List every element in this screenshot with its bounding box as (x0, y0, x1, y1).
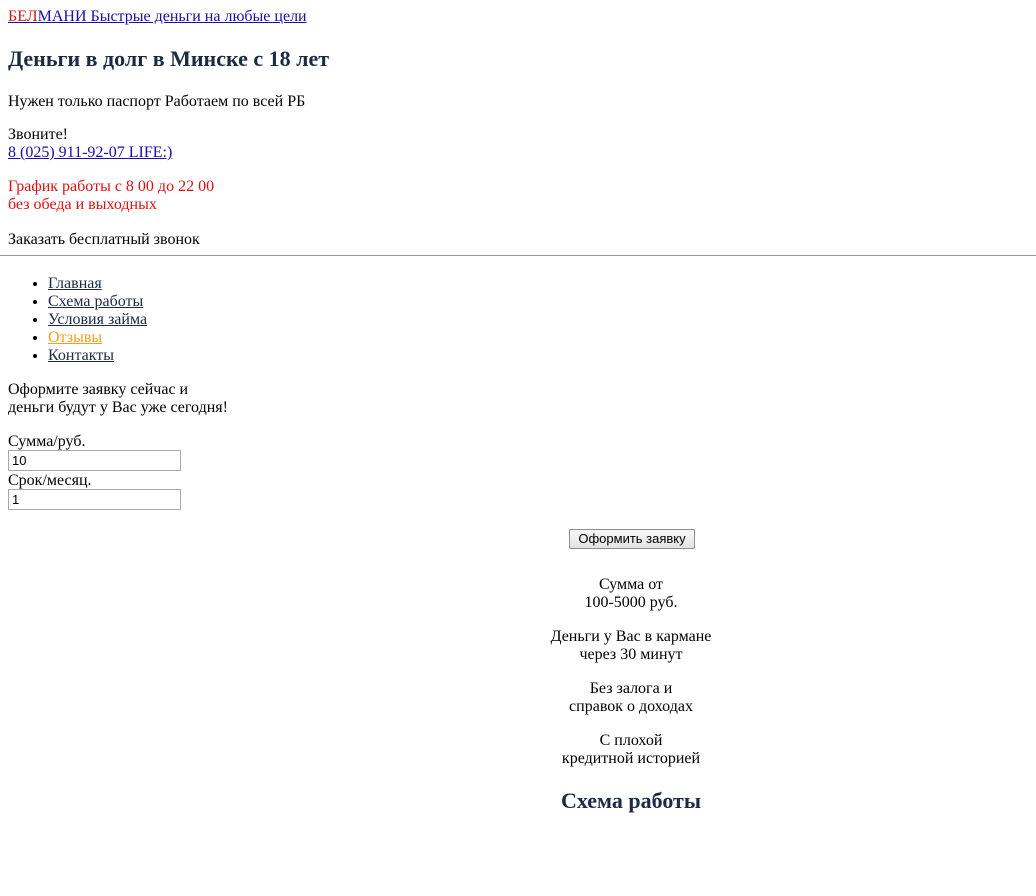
call-label: Звоните! (8, 126, 69, 143)
nav-link-contacts[interactable]: Контакты (48, 347, 114, 364)
feature-no-collateral-line-1: Без залога и (589, 680, 673, 697)
term-label: Срок/месяц. (8, 472, 92, 489)
callback-request[interactable]: Заказать бесплатный звонок (8, 231, 200, 249)
page-headline: Деньги в долг в Минске с 18 лет (8, 46, 330, 71)
brand-link-anchor[interactable]: БЕЛМАНИ Быстрые деньги на любые цели (8, 8, 307, 25)
feature-amount: Сумма от 100-5000 руб. (431, 576, 831, 612)
feature-bad-credit: С плохой кредитной историей (431, 732, 831, 768)
cta-text: Оформите заявку сейчас и деньги будут у … (8, 381, 228, 417)
schedule-line-1: График работы с 8 00 до 22 00 (8, 178, 215, 195)
nav-link-terms[interactable]: Условия займа (48, 311, 147, 328)
feature-bad-credit-line-2: кредитной историей (561, 750, 701, 767)
nav-item-scheme: Схема работы (48, 293, 147, 311)
work-schedule: График работы с 8 00 до 22 00 без обеда … (8, 178, 214, 214)
feature-speed: Деньги у Вас в кармане через 30 минут (431, 628, 831, 664)
feature-speed-line-1: Деньги у Вас в кармане (550, 628, 712, 645)
feature-no-collateral-line-2: справок о доходах (569, 698, 693, 715)
cta-line-1: Оформите заявку сейчас и (8, 381, 189, 398)
call-block: Звоните! 8 (025) 911-92-07 LIFE:) (8, 126, 172, 162)
divider (0, 255, 1036, 256)
feature-speed-line-2: через 30 минут (579, 646, 683, 663)
brand-logo-part-2: МАНИ (37, 8, 87, 25)
nav-item-home: Главная (48, 275, 147, 293)
nav-item-contacts: Контакты (48, 347, 147, 365)
brand-tagline: Быстрые деньги на любые цели (90, 8, 307, 25)
sum-input[interactable] (8, 450, 181, 471)
nav-item-terms: Условия займа (48, 311, 147, 329)
cta-line-2: деньги будут у Вас уже сегодня! (8, 399, 228, 416)
nav-link-reviews[interactable]: Отзывы (48, 329, 102, 346)
feature-amount-line-2: 100-5000 руб. (584, 594, 678, 611)
nav-item-reviews: Отзывы (48, 329, 147, 347)
nav-link-scheme[interactable]: Схема работы (48, 293, 143, 310)
subline-text: Нужен только паспорт Работаем по всей РБ (8, 93, 306, 110)
feature-no-collateral: Без залога и справок о доходах (431, 680, 831, 716)
submit-application-button[interactable]: Оформить заявку (569, 529, 695, 549)
schedule-line-2: без обеда и выходных (8, 196, 157, 213)
brand-logo-part-1: БЕЛ (8, 8, 38, 25)
brand-link[interactable]: БЕЛМАНИ Быстрые деньги на любые цели (8, 8, 307, 26)
main-nav: Главная Схема работы Условия займа Отзыв… (8, 275, 147, 365)
section-title-scheme: Схема работы (560, 788, 702, 813)
term-input[interactable] (8, 489, 181, 510)
nav-link-home[interactable]: Главная (48, 275, 102, 292)
feature-amount-line-1: Сумма от (598, 576, 664, 593)
sum-label: Сумма/руб. (8, 433, 86, 450)
feature-bad-credit-line-1: С плохой (599, 732, 663, 749)
phone-link[interactable]: 8 (025) 911-92-07 LIFE:) (8, 144, 172, 161)
